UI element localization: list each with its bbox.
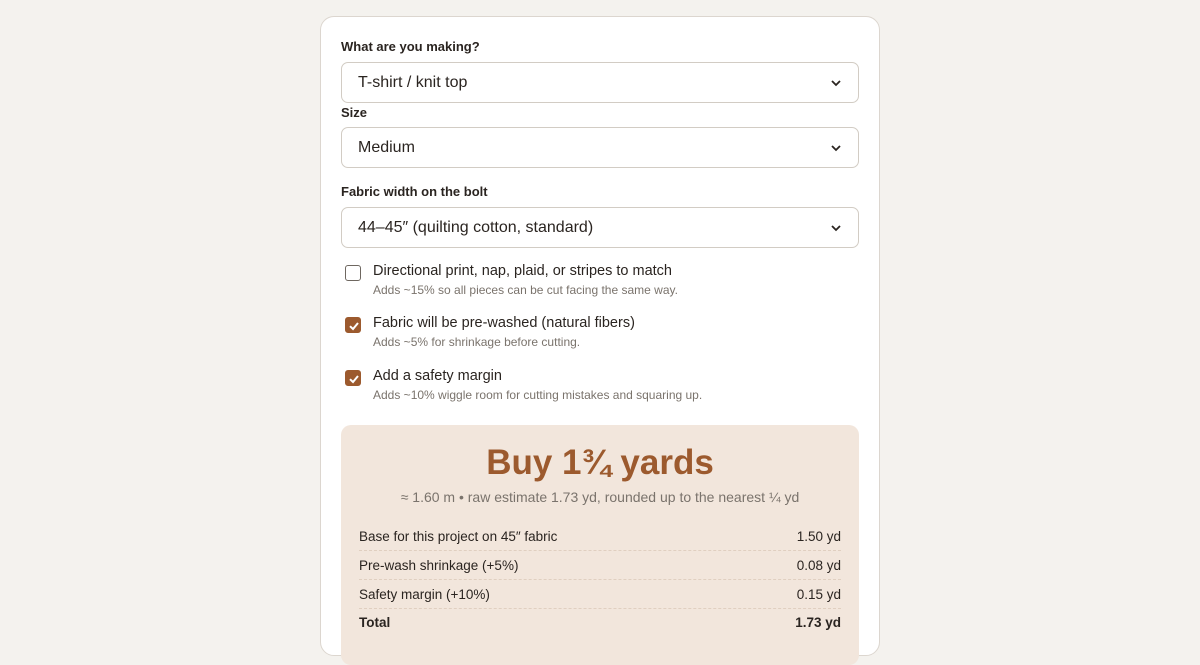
row-value: 1.50 yd: [796, 528, 841, 544]
size-label: Size: [341, 105, 368, 120]
chevron-down-icon: [831, 144, 841, 151]
project-select-value: T-shirt / knit top: [358, 73, 468, 91]
directional-checkbox[interactable]: [345, 265, 361, 281]
result-subline: ≈ 1.60 m • raw estimate 1.73 yd, rounded…: [400, 489, 800, 505]
size-select-value: Medium: [358, 138, 415, 156]
breakdown-total-row: Total 1.73 yd: [359, 609, 841, 636]
row-label: Pre-wash shrinkage (+5%): [359, 557, 519, 573]
option-title: Fabric will be pre-washed (natural fiber…: [373, 315, 635, 331]
size-select[interactable]: Medium: [341, 127, 859, 168]
project-select[interactable]: T-shirt / knit top: [341, 62, 859, 103]
checkmark-icon: [349, 322, 359, 331]
chevron-down-icon: [831, 224, 841, 231]
breakdown-row: Base for this project on 45″ fabric 1.50…: [359, 522, 841, 551]
result-panel: Buy 1¾ yards ≈ 1.60 m • raw estimate 1.7…: [341, 425, 859, 665]
option-title: Directional print, nap, plaid, or stripe…: [373, 263, 672, 279]
option-hint: Adds ~10% wiggle room for cutting mistak…: [373, 388, 703, 402]
breakdown-row: Pre-wash shrinkage (+5%) 0.08 yd: [359, 551, 841, 580]
option-title: Add a safety margin: [373, 368, 502, 384]
result-headline: Buy 1¾ yards: [486, 443, 714, 482]
breakdown-row: Safety margin (+10%) 0.15 yd: [359, 580, 841, 609]
calculator-card: What are you making? T-shirt / knit top …: [320, 16, 880, 665]
row-value: 0.15 yd: [796, 586, 841, 602]
option-hint: Adds ~5% for shrinkage before cutting.: [373, 335, 581, 349]
fabric-width-label: Fabric width on the bolt: [341, 184, 488, 199]
checkmark-icon: [349, 375, 359, 384]
fabric-width-select[interactable]: 44–45″ (quilting cotton, standard): [341, 207, 859, 248]
row-label: Base for this project on 45″ fabric: [359, 528, 558, 544]
row-label: Total: [359, 615, 391, 630]
breakdown-table: Base for this project on 45″ fabric 1.50…: [359, 522, 841, 636]
option-hint: Adds ~15% so all pieces can be cut facin…: [373, 283, 678, 297]
row-label: Safety margin (+10%): [359, 586, 490, 602]
project-label: What are you making?: [341, 39, 480, 54]
chevron-down-icon: [831, 79, 841, 86]
row-value: 0.08 yd: [796, 557, 841, 573]
prewashed-checkbox[interactable]: [345, 317, 361, 333]
row-value: 1.73 yd: [795, 615, 841, 630]
fabric-width-select-value: 44–45″ (quilting cotton, standard): [358, 218, 594, 236]
safety-margin-checkbox[interactable]: [345, 370, 361, 386]
